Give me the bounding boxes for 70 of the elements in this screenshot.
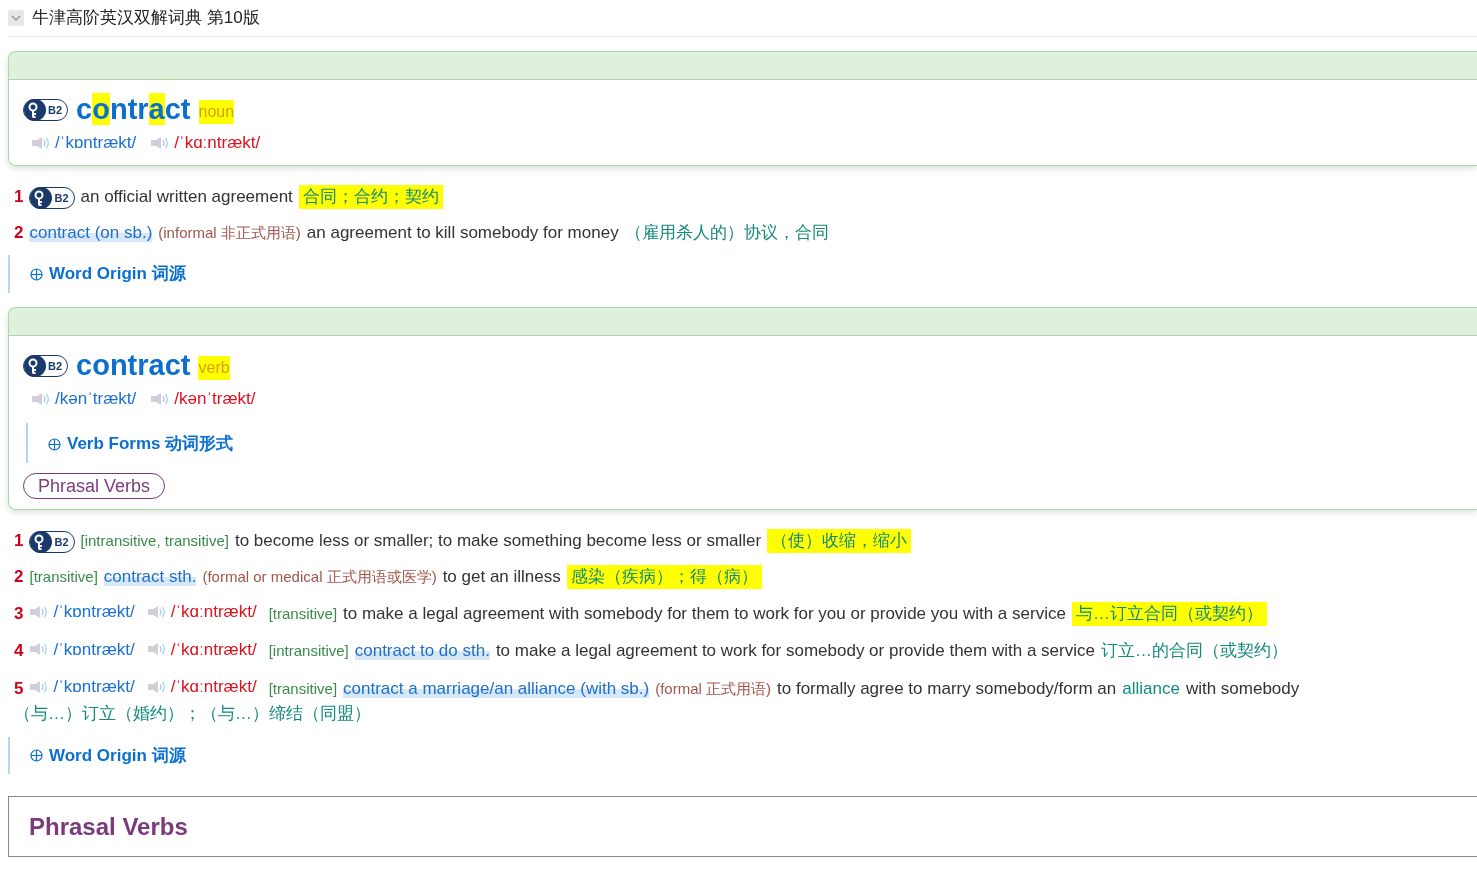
definition-text: to make a legal agreement to work for somebody or provide them with a service bbox=[495, 641, 1095, 661]
definition-text: to become less or smaller; to make something become less or smaller bbox=[234, 531, 762, 551]
speaker-icon[interactable] bbox=[146, 679, 167, 694]
speaker-icon[interactable] bbox=[146, 605, 167, 620]
expand-icon[interactable] bbox=[48, 437, 61, 451]
register-label: (formal or medical 正式用语或医学) bbox=[202, 567, 437, 585]
pronunciation: /ˈkɑːntrækt/ bbox=[170, 675, 257, 698]
pronunciation: /ˈkɒntrækt/ bbox=[53, 601, 135, 624]
grammar-label: [intransitive, transitive] bbox=[80, 532, 229, 550]
expand-icon[interactable] bbox=[30, 748, 43, 762]
headword: contract bbox=[76, 349, 191, 382]
verb-forms-link[interactable]: Verb Forms 动词形式 bbox=[67, 431, 234, 457]
sense-number: 1 bbox=[14, 531, 24, 551]
sense-number: 3 bbox=[14, 604, 24, 624]
pattern-link[interactable]: contract to do sth. bbox=[354, 641, 490, 661]
phrasal-verbs-button[interactable]: Phrasal Verbs bbox=[23, 472, 166, 499]
collapse-toggle[interactable] bbox=[8, 10, 24, 26]
translation-text: （与…）订立（婚约）；（与…）缔结（同盟） bbox=[14, 703, 371, 726]
part-of-speech: noun bbox=[198, 99, 235, 124]
sense-number: 2 bbox=[14, 566, 24, 586]
grammar-label: [transitive] bbox=[268, 679, 338, 697]
definition-text: with somebody bbox=[1185, 678, 1300, 698]
pronunciation: /ˈkɒntrækt/ bbox=[53, 675, 135, 698]
translation-text: （使）收缩，缩小 bbox=[767, 529, 912, 554]
pronunciation: /ˈkɑːntrækt/ bbox=[174, 131, 261, 154]
register-label: (formal 正式用语) bbox=[655, 679, 772, 697]
level-label: B2 bbox=[54, 534, 69, 550]
pronunciation: /ˈkɒntrækt/ bbox=[55, 131, 137, 154]
sense-number: 1 bbox=[14, 187, 24, 207]
cross-reference-link[interactable]: alliance bbox=[1122, 678, 1180, 698]
sense-number: 2 bbox=[14, 222, 24, 242]
definition-text: to make a legal agreement with somebody for them to work for you or provide you with a service bbox=[343, 604, 1066, 624]
grammar-label: [intransitive] bbox=[268, 642, 349, 660]
sense-number: 4 bbox=[14, 641, 24, 661]
translation-text: （雇用杀人的）协议，合同 bbox=[624, 221, 829, 244]
level-label: B2 bbox=[48, 102, 63, 118]
speaker-icon[interactable] bbox=[29, 605, 50, 620]
word-origin-link[interactable]: Word Origin 词源 bbox=[49, 742, 186, 769]
speaker-icon[interactable] bbox=[146, 642, 167, 657]
speaker-icon[interactable] bbox=[29, 679, 50, 694]
level-label: B2 bbox=[54, 190, 69, 206]
pronunciation: /kənˈtrækt/ bbox=[55, 387, 137, 410]
definition-text: to formally agree to marry somebody/form an bbox=[777, 678, 1117, 698]
grammar-label: [transitive] bbox=[268, 605, 338, 623]
pronunciation: /kənˈtrækt/ bbox=[174, 387, 256, 410]
definition-text: to get an illness bbox=[442, 566, 561, 586]
pronunciation: /ˈkɒntrækt/ bbox=[53, 638, 135, 661]
speaker-icon[interactable] bbox=[29, 642, 50, 657]
section-title: Phrasal Verbs bbox=[29, 813, 188, 841]
speaker-icon[interactable] bbox=[31, 391, 51, 406]
part-of-speech: verb bbox=[198, 355, 230, 380]
pronunciation: /ˈkɑːntrækt/ bbox=[170, 638, 257, 661]
translation-text: 感染（疾病）；得（病） bbox=[566, 564, 762, 589]
chevron-icon bbox=[11, 15, 21, 21]
definition-text: an official written agreement bbox=[80, 187, 293, 207]
speaker-icon[interactable] bbox=[150, 135, 171, 150]
grammar-label: [transitive] bbox=[29, 567, 98, 585]
sense-number: 5 bbox=[14, 678, 24, 698]
word-origin-link[interactable]: Word Origin 词源 bbox=[49, 261, 186, 287]
register-label: (informal 非正式用语) bbox=[158, 223, 301, 241]
pronunciation: /ˈkɑːntrækt/ bbox=[170, 601, 257, 624]
translation-text: 订立…的合同（或契约） bbox=[1100, 640, 1288, 663]
speaker-icon[interactable] bbox=[150, 391, 171, 406]
definition-text: an agreement to kill somebody for money bbox=[306, 222, 619, 242]
dictionary-title: 牛津高阶英汉双解词典 第10版 bbox=[32, 7, 260, 30]
translation-text: 与…订立合同（或契约） bbox=[1071, 602, 1267, 626]
expand-icon[interactable] bbox=[30, 267, 43, 281]
level-label: B2 bbox=[48, 358, 63, 374]
speaker-icon[interactable] bbox=[31, 135, 51, 150]
translation-text: 合同；合约；契约 bbox=[298, 185, 443, 210]
